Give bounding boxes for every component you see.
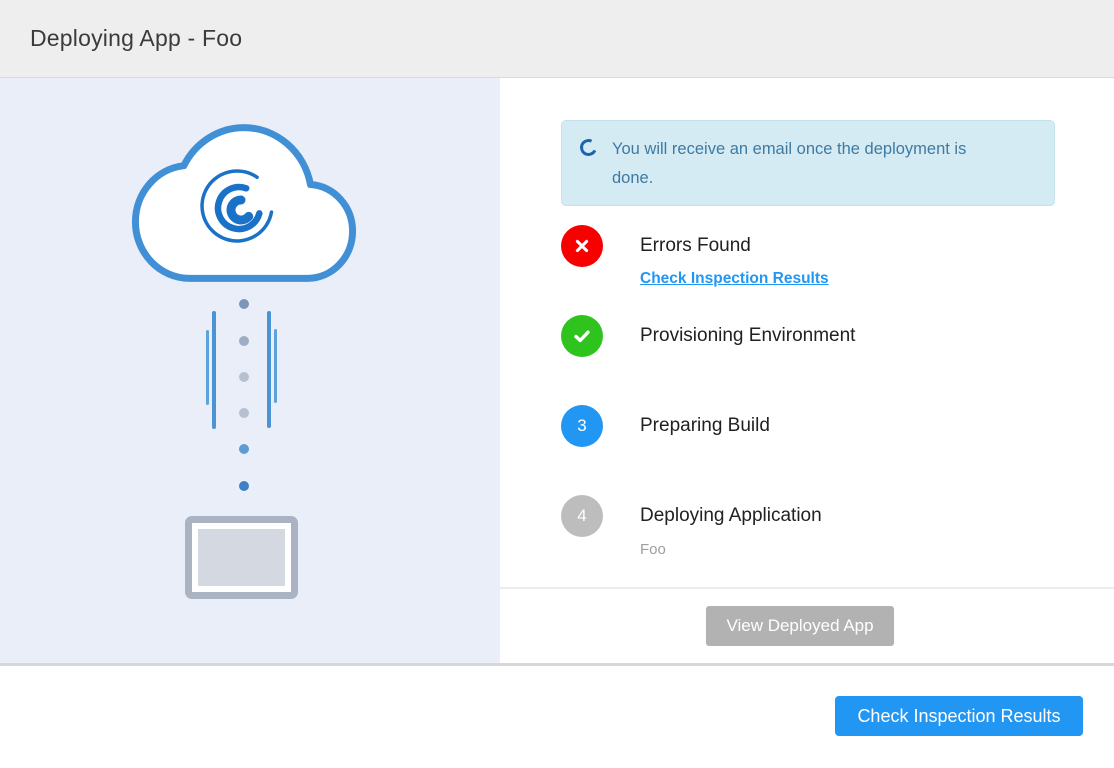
step-number-badge: 4 [561, 495, 603, 537]
dialog-footer: Check Inspection Results [0, 666, 1114, 765]
step-deploying-application: 4 Deploying Application Foo [561, 495, 822, 558]
deploy-dialog: Deploying App - Foo [0, 0, 1114, 765]
step-sublabel: Foo [640, 541, 822, 558]
stream-dot [239, 444, 249, 454]
email-notice-banner: You will receive an email once the deplo… [561, 120, 1055, 206]
step-label: Deploying Application [640, 495, 822, 537]
step-number-badge: 3 [561, 405, 603, 447]
email-notice-text: You will receive an email once the deplo… [612, 135, 992, 193]
stream-dot [239, 481, 249, 491]
cloud-logo-swirl-icon [197, 164, 277, 248]
success-check-icon [561, 315, 603, 357]
step-provisioning-environment: Provisioning Environment [561, 315, 855, 357]
spinner-icon [578, 137, 600, 159]
stream-dot [239, 408, 249, 418]
step-label: Errors Found [640, 225, 829, 267]
deployment-illustration-panel [0, 78, 500, 663]
stream-line-left-outer [206, 330, 209, 405]
step-errors-found: Errors Found Check Inspection Results [561, 225, 829, 288]
check-inspection-results-button[interactable]: Check Inspection Results [835, 696, 1083, 736]
dialog-body: You will receive an email once the deplo… [0, 78, 1114, 663]
check-inspection-results-link[interactable]: Check Inspection Results [640, 270, 829, 288]
step-number: 4 [577, 506, 586, 526]
stream-line-right-outer [274, 329, 277, 403]
step-label: Preparing Build [640, 405, 770, 447]
view-deployed-app-button[interactable]: View Deployed App [706, 606, 894, 646]
step-label: Provisioning Environment [640, 315, 855, 357]
panel-divider [500, 587, 1114, 589]
dialog-titlebar: Deploying App - Foo [0, 0, 1114, 78]
stream-dot [239, 372, 249, 382]
stream-dot [239, 336, 249, 346]
deployment-status-panel: You will receive an email once the deplo… [500, 78, 1114, 663]
stream-line-right-inner [267, 311, 271, 428]
monitor-icon [185, 516, 298, 599]
stream-dot [239, 299, 249, 309]
error-x-icon [561, 225, 603, 267]
dialog-title: Deploying App - Foo [30, 25, 242, 52]
stream-line-left-inner [212, 311, 216, 429]
monitor-screen [198, 529, 285, 586]
step-number: 3 [577, 416, 586, 436]
step-preparing-build: 3 Preparing Build [561, 405, 770, 447]
